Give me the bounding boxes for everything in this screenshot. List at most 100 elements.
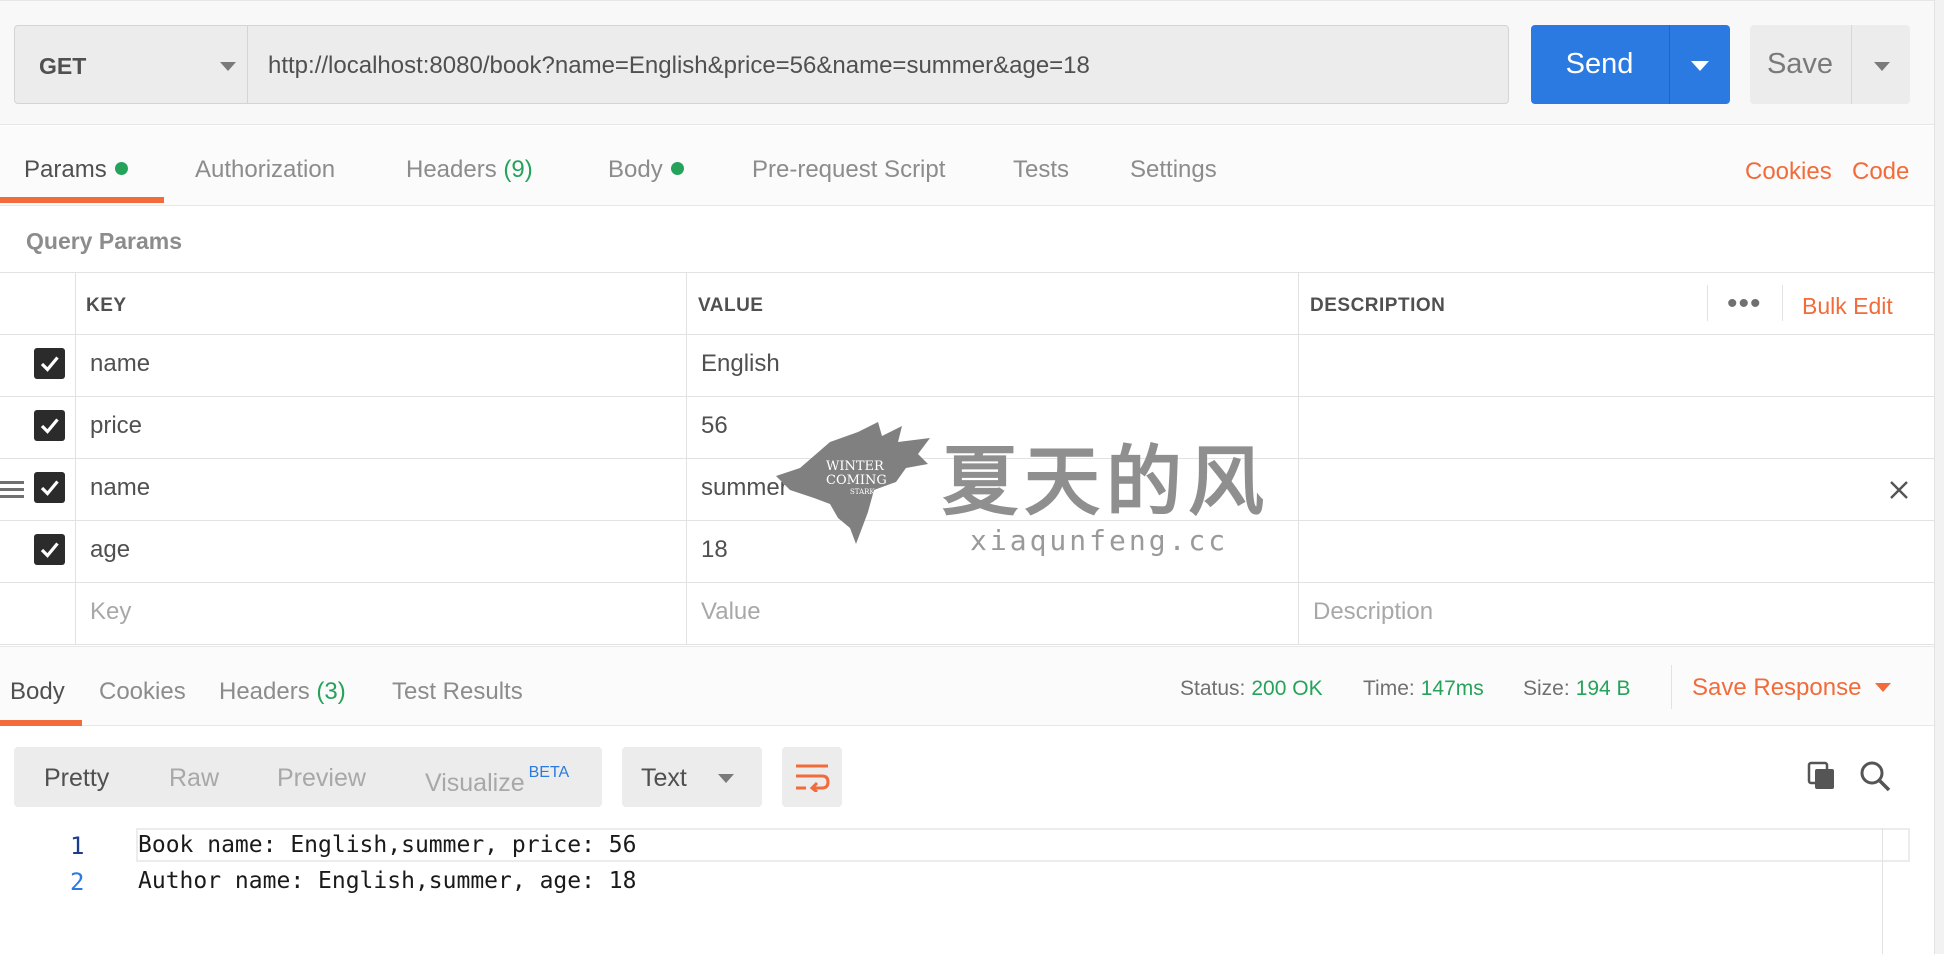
param-key[interactable]: name [90,474,150,502]
active-tab-indicator [0,720,82,726]
param-key[interactable]: price [90,412,142,440]
bulk-edit-link[interactable]: Bulk Edit [1802,293,1893,320]
tab-body-label: Body [608,156,663,183]
wrap-lines-button[interactable] [782,747,842,807]
vertical-scrollbar[interactable] [1934,0,1944,954]
size-label: Size: [1523,677,1570,700]
new-description-input[interactable]: Description [1313,598,1433,626]
tab-tests-label: Tests [1013,156,1070,183]
tab-params-label: Params [24,156,107,183]
code-link[interactable]: Code [1852,158,1909,186]
tab-settings[interactable]: Settings [1130,156,1217,184]
save-response-label: Save Response [1692,674,1862,701]
view-preview[interactable]: Preview [277,764,366,793]
tab-tests[interactable]: Tests [1013,156,1069,184]
description-column-header: DESCRIPTION [1310,295,1446,316]
response-tabs: Body Cookies Headers (3) Test Results St… [0,646,1934,726]
request-url-bar: GET http://localhost:8080/book?name=Engl… [0,0,1934,125]
copy-icon[interactable] [1806,760,1838,797]
tab-headers[interactable]: Headers (9) [406,156,533,184]
param-value[interactable]: English [701,350,780,378]
chevron-down-icon [220,62,236,71]
tab-pre-request-label: Pre-request Script [752,156,946,183]
format-select[interactable]: Text [622,747,762,807]
status-label: Status: [1180,677,1246,700]
param-value[interactable]: 56 [701,412,728,440]
tab-headers-label: Headers [406,156,497,183]
param-key[interactable]: name [90,350,150,378]
more-options-icon[interactable]: ••• [1727,287,1762,321]
tab-response-cookies-label: Cookies [99,678,186,705]
meta-divider [1671,665,1672,709]
tab-settings-label: Settings [1130,156,1217,183]
format-label: Text [641,764,687,792]
beta-badge: BETA [528,764,570,781]
row-checkbox[interactable] [34,348,65,379]
tab-pre-request-script[interactable]: Pre-request Script [752,156,945,184]
row-checkbox[interactable] [34,534,65,565]
tab-test-results-label: Test Results [392,678,523,705]
status-value: 200 OK [1251,677,1323,700]
row-checkbox[interactable] [34,410,65,441]
table-row: name summer [0,459,1934,521]
new-key-input[interactable]: Key [90,598,131,626]
tab-response-headers-count: (3) [316,678,346,705]
params-status-dot-icon [114,162,128,175]
status-readout: Status: 200 OK [1180,677,1323,701]
send-divider [1669,25,1670,104]
row-checkbox[interactable] [34,472,65,503]
view-raw[interactable]: Raw [169,764,219,793]
tab-response-body[interactable]: Body [10,678,65,706]
column-divider [686,273,687,645]
view-visualize[interactable]: Visualize BETA [425,764,569,798]
tab-response-headers-label: Headers [219,678,310,705]
code-line: Author name: English,summer, age: 18 [138,868,637,894]
chevron-down-icon [718,774,734,783]
send-options-chevron-icon[interactable] [1691,61,1709,71]
cookies-link[interactable]: Cookies [1745,158,1832,186]
new-value-input[interactable]: Value [701,598,761,626]
search-icon[interactable] [1859,760,1891,797]
line-number: 1 [70,832,85,860]
header-divider [1707,285,1708,321]
response-body-viewer[interactable]: 1 Book name: English,summer, price: 56 2… [0,826,1934,954]
save-button[interactable]: Save [1750,25,1910,104]
active-tab-indicator [0,197,164,203]
send-button[interactable]: Send [1531,25,1730,104]
tab-authorization-label: Authorization [195,156,336,183]
query-params-title: Query Params [26,228,182,254]
tab-response-headers[interactable]: Headers (3) [219,678,346,706]
save-options-chevron-icon[interactable] [1874,62,1890,71]
new-param-row: Key Value Description [0,583,1934,645]
tab-response-body-label: Body [10,678,65,705]
value-column-header: VALUE [698,295,764,316]
body-status-dot-icon [670,162,684,175]
view-pretty[interactable]: Pretty [44,764,109,793]
request-tabs: Params Authorization Headers (9) Body Pr… [0,126,1934,206]
tab-params[interactable]: Params [24,156,128,184]
param-value[interactable]: 18 [701,536,728,564]
time-readout: Time: 147ms [1363,677,1484,701]
size-value: 194 B [1575,677,1631,700]
save-response-button[interactable]: Save Response [1692,674,1892,702]
tab-response-cookies[interactable]: Cookies [99,678,186,706]
table-row: name English [0,335,1934,397]
tab-body[interactable]: Body [608,156,684,184]
drag-handle-icon[interactable] [0,479,24,506]
line-number: 2 [70,868,85,896]
editor-divider [1882,828,1883,954]
delete-row-icon[interactable] [1889,480,1909,505]
key-column-header: KEY [86,295,127,316]
response-view-mode: Pretty Raw Preview Visualize BETA [14,747,602,807]
code-line: Book name: English,summer, price: 56 [138,832,637,858]
time-value: 147ms [1420,677,1484,700]
tab-test-results[interactable]: Test Results [392,678,523,706]
url-input[interactable]: http://localhost:8080/book?name=English&… [247,25,1509,104]
tab-authorization[interactable]: Authorization [195,156,335,184]
params-table: KEY VALUE DESCRIPTION ••• Bulk Edit name… [0,272,1934,645]
chevron-down-icon [1875,683,1892,692]
param-value[interactable]: summer [701,474,788,502]
param-key[interactable]: age [90,536,130,564]
method-select[interactable]: GET [14,25,248,104]
time-label: Time: [1363,677,1415,700]
